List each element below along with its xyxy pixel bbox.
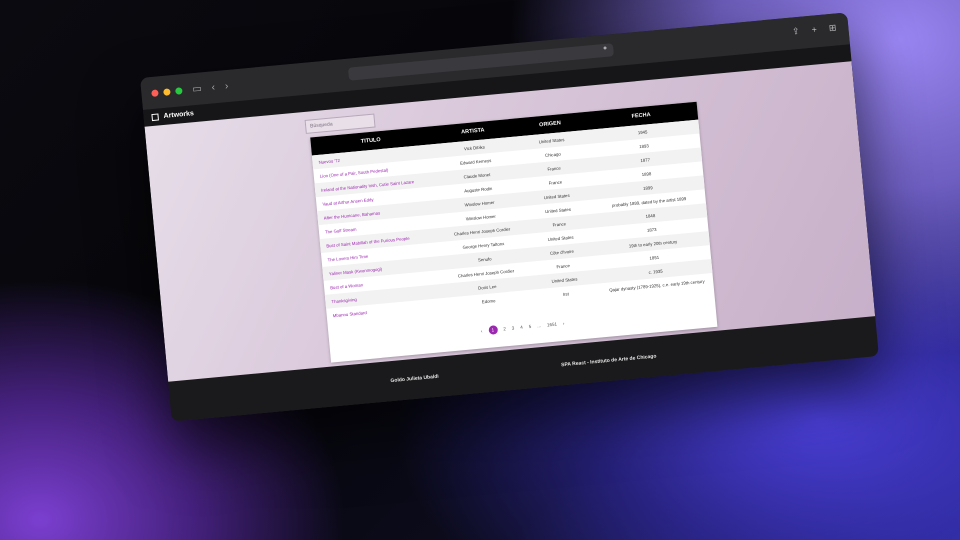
artwork-artist: Edomo <box>481 297 496 304</box>
stage: ▭ ‹ › ● ⇪ + ⊞ Artworks Búsqueda TITULO A… <box>0 0 960 540</box>
browser-window: ▭ ‹ › ● ⇪ + ⊞ Artworks Búsqueda TITULO A… <box>140 12 879 422</box>
prev-page-button[interactable]: ‹ <box>481 328 483 333</box>
table-body: Nuevos '72 Vick Dibiks United States 194… <box>311 119 714 323</box>
header-origin: ORIGEN <box>538 120 562 129</box>
pagination-ellipsis: ... <box>537 323 542 329</box>
header-artist: ARTISTA <box>460 127 485 136</box>
footer-author: Goldo Julieta Ubaldi <box>390 373 439 385</box>
last-page-button[interactable]: 1651 <box>547 322 557 328</box>
page-button[interactable]: 4 <box>520 325 523 330</box>
close-button[interactable] <box>151 88 159 97</box>
next-page-button[interactable]: › <box>563 321 565 326</box>
share-icon[interactable]: ⇪ <box>792 26 801 38</box>
reload-icon[interactable]: ● <box>603 45 608 52</box>
browser-toolbar-right: ⇪ + ⊞ <box>792 22 837 37</box>
artwork-origin: Irst <box>562 290 569 297</box>
page-button[interactable]: 3 <box>512 326 515 331</box>
page-button-active[interactable]: 1 <box>487 325 498 335</box>
page-button[interactable]: 2 <box>503 326 506 331</box>
footer-credit: SPA React - Instituto de Arte de Chicago <box>560 353 657 369</box>
maximize-button[interactable] <box>175 86 183 95</box>
artworks-table: TITULO ARTISTA ORIGEN FECHA Nuevos '72 V… <box>310 101 718 363</box>
search-input[interactable]: Búsqueda <box>304 113 376 134</box>
back-icon[interactable]: ‹ <box>211 82 215 93</box>
window-controls <box>151 86 183 97</box>
sidebar-toggle-icon[interactable]: ▭ <box>192 83 202 95</box>
minimize-button[interactable] <box>163 87 171 96</box>
app-title: Artworks <box>163 110 195 120</box>
new-tab-icon[interactable]: + <box>811 24 817 35</box>
forward-icon[interactable]: › <box>224 80 228 91</box>
page-button[interactable]: 5 <box>529 324 532 329</box>
app-logo-icon <box>151 113 160 122</box>
tab-overview-icon[interactable]: ⊞ <box>828 22 837 34</box>
